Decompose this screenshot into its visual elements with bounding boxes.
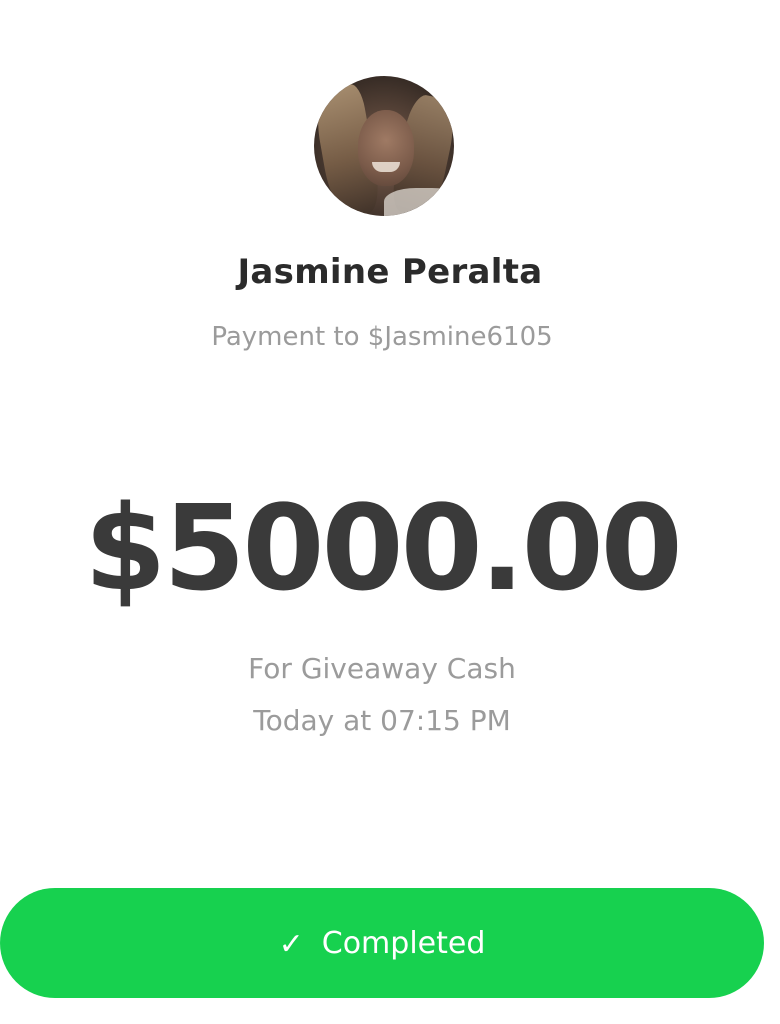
payment-receipt-screen: Jasmine Peralta Payment to $Jasmine6105 … <box>0 0 780 1024</box>
status-label: Completed <box>321 925 486 961</box>
completed-status-button[interactable]: ✓ Completed <box>0 888 764 998</box>
recipient-name: Jasmine Peralta <box>237 252 543 292</box>
payment-note: For Giveaway Cash <box>248 652 516 685</box>
payment-amount: $5000.00 <box>84 479 683 617</box>
avatar-shirt <box>384 188 454 216</box>
check-icon: ✓ <box>278 926 304 962</box>
avatar-face <box>358 110 414 186</box>
payment-time: Today at 07:15 PM <box>253 704 511 737</box>
avatar <box>314 76 454 216</box>
payment-to-line: Payment to $Jasmine6105 <box>211 322 553 352</box>
